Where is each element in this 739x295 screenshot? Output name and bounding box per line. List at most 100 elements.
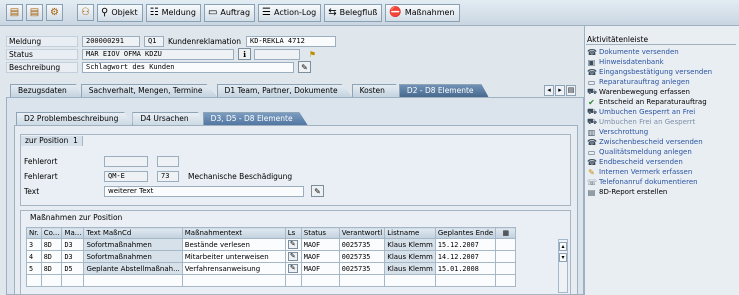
status-info-icon[interactable]: ℹ xyxy=(238,48,251,60)
cell-codegruppe[interactable]: 8D xyxy=(40,250,63,263)
cell-listname[interactable]: Klaus Klemm xyxy=(384,250,436,263)
activity-verschrottung[interactable]: ▥ Verschrottung xyxy=(587,127,739,137)
cell-massnahmentext[interactable]: Bestände verlesen xyxy=(181,238,286,251)
table-row[interactable]: 3 8D D3 Sofortmaßnahmen Bestände verlese… xyxy=(26,238,517,251)
col-status[interactable]: Status xyxy=(300,227,340,239)
col-geplantes-ende[interactable]: Geplantes Ende xyxy=(434,227,497,239)
table-scrollbar[interactable]: ▴ ▾ xyxy=(558,239,568,293)
meldung-button[interactable]: ☷ Meldung xyxy=(145,3,201,22)
reklamation-field[interactable]: KD-REKLA 4712 xyxy=(246,36,336,47)
partner-icon[interactable]: ⚇ xyxy=(77,4,94,21)
cell-empty[interactable] xyxy=(181,274,286,287)
belegfluss-button[interactable]: ⇆ Belegfluß xyxy=(324,3,383,22)
activity-umbuchen-gesperrt-frei[interactable]: ⛟ Umbuchen Gesperrt an Frei xyxy=(587,107,739,117)
document-icon[interactable]: ▤ xyxy=(6,4,23,21)
col-listname[interactable]: Listname xyxy=(384,227,436,239)
tab-bezugsdaten[interactable]: Bezugsdaten xyxy=(10,84,82,97)
cell-geplantes-ende[interactable]: 15.01.2008 xyxy=(434,262,497,275)
cell-nr[interactable]: 4 xyxy=(26,250,42,263)
meldung-number-field[interactable]: 200000291 xyxy=(82,36,140,47)
cell-geplantes-ende[interactable]: 14.12.2007 xyxy=(434,250,497,263)
fehlerort-code-field[interactable] xyxy=(157,156,179,167)
activity-internen-vermerk[interactable]: ✎ Internen Vermerk erfassen xyxy=(587,167,739,177)
activity-zwischenbescheid[interactable]: ☎ Zwischenbescheid versenden xyxy=(587,137,739,147)
tab-sachverhalt[interactable]: Sachverhalt, Mengen, Termine xyxy=(80,84,218,97)
edit-longtext-icon[interactable]: ✎ xyxy=(287,240,298,249)
cell-status[interactable]: MAOF xyxy=(300,262,340,275)
cell-massnahmentext[interactable]: Mitarbeiter unterweisen xyxy=(181,250,286,263)
massnahmen-button[interactable]: ⛔ Maßnahmen xyxy=(385,3,460,22)
activity-entscheid[interactable]: ✔ Entscheid an Reparaturauftrag xyxy=(587,97,739,107)
activity-reparaturauftrag[interactable]: ▭ Reparaturauftrag anlegen xyxy=(587,77,739,87)
auftrag-button[interactable]: ▭ Auftrag xyxy=(203,3,256,22)
fehlerart-code-field[interactable]: QM-E xyxy=(104,171,148,182)
objekt-button[interactable]: ⚲ Objekt xyxy=(97,3,143,22)
cell-empty[interactable] xyxy=(61,274,85,287)
cell-ls[interactable]: ✎ xyxy=(284,250,302,263)
activity-qualitaetsmeldung[interactable]: ▭ Qualitätsmeldung anlegen xyxy=(587,147,739,157)
position-text-field[interactable]: weiterer Text xyxy=(104,186,304,197)
cell-massnahmentext[interactable]: Verfahrensanweisung xyxy=(181,262,286,275)
col-nr[interactable]: Nr. xyxy=(26,227,42,239)
col-codegruppe[interactable]: Co... xyxy=(40,227,63,239)
cell-text-massncd[interactable]: Sofortmaßnahmen xyxy=(83,250,183,263)
col-massnahme[interactable]: Ma... xyxy=(61,227,85,239)
table-settings-icon[interactable]: ▦ xyxy=(495,227,517,239)
cell-verantwortl[interactable]: 0025735 xyxy=(338,238,386,251)
table-row[interactable]: 5 8D D5 Geplante Abstellmaßnah... Verfah… xyxy=(26,262,517,275)
status-field[interactable]: MAR EIOV OFMA KDZU xyxy=(82,49,234,60)
subtab-d4-ursachen[interactable]: D4 Ursachen xyxy=(132,112,204,125)
action-log-button[interactable]: ☰ Action-Log xyxy=(258,3,322,22)
cell-empty[interactable] xyxy=(300,274,340,287)
cell-ls[interactable]: ✎ xyxy=(284,238,302,251)
edit-longtext-icon[interactable]: ✎ xyxy=(298,61,311,73)
activity-telefonanruf[interactable]: ☏ Telefonanruf dokumentieren xyxy=(587,177,739,187)
cell-codegruppe[interactable]: 8D xyxy=(40,262,63,275)
cell-empty[interactable] xyxy=(83,274,183,287)
cell-geplantes-ende[interactable]: 15.12.2007 xyxy=(434,238,497,251)
fehlerort-field[interactable] xyxy=(104,156,148,167)
cell-empty[interactable] xyxy=(26,274,42,287)
meldungsart-field[interactable]: Q1 xyxy=(144,36,164,47)
cell-status[interactable]: MAOF xyxy=(300,238,340,251)
cell-status[interactable]: MAOF xyxy=(300,250,340,263)
cell-empty[interactable] xyxy=(40,274,63,287)
cell-empty[interactable] xyxy=(384,274,436,287)
activity-eingangsbestaetigung[interactable]: ☎ Eingangsbestätigung versenden xyxy=(587,67,739,77)
activity-dokumente-versenden[interactable]: ☎ Dokumente versenden xyxy=(587,47,739,57)
activity-umbuchen-frei-gesperrt[interactable]: ⛟ Umbuchen Frei an Gesperrt xyxy=(587,117,739,127)
cell-verantwortl[interactable]: 0025735 xyxy=(338,250,386,263)
cell-empty[interactable] xyxy=(434,274,497,287)
cell-verantwortl[interactable]: 0025735 xyxy=(338,262,386,275)
table-row-empty[interactable] xyxy=(26,274,517,287)
status-overview-icon[interactable]: ⚑ xyxy=(306,48,319,60)
cell-nr[interactable]: 3 xyxy=(26,238,42,251)
tab-kosten[interactable]: Kosten xyxy=(351,84,400,97)
cell-empty[interactable] xyxy=(284,274,302,287)
cell-listname[interactable]: Klaus Klemm xyxy=(384,238,436,251)
table-row[interactable]: 4 8D D3 Sofortmaßnahmen Mitarbeiter unte… xyxy=(26,250,517,263)
col-massnahmentext[interactable]: Maßnahmentext xyxy=(181,227,286,239)
cell-codegruppe[interactable]: 8D xyxy=(40,238,63,251)
col-text-massncd[interactable]: Text MaßnCd xyxy=(83,227,183,239)
tab-d2-d8-elemente[interactable]: D2 - D8 Elemente xyxy=(398,84,489,97)
cell-listname[interactable]: Klaus Klemm xyxy=(384,262,436,275)
col-verantwortl[interactable]: Verantwortl xyxy=(338,227,386,239)
scroll-down-icon[interactable]: ▾ xyxy=(559,253,567,262)
cell-massnahme[interactable]: D3 xyxy=(61,250,85,263)
activity-warenbewegung[interactable]: ⛟ Warenbewegung erfassen xyxy=(587,87,739,97)
tab-scroll-right-icon[interactable]: ▸ xyxy=(555,85,565,96)
cell-empty[interactable] xyxy=(338,274,386,287)
cell-text-massncd[interactable]: Geplante Abstellmaßnah... xyxy=(83,262,183,275)
object-icon[interactable]: ⚙ xyxy=(46,4,63,21)
tab-scroll-left-icon[interactable]: ◂ xyxy=(544,85,554,96)
subtab-d3-d5-d8[interactable]: D3, D5 - D8 Elemente xyxy=(202,112,308,125)
subtab-d2-problembeschreibung[interactable]: D2 Problembeschreibung xyxy=(16,112,134,125)
status-extra-field[interactable] xyxy=(254,49,300,60)
activity-endbescheid[interactable]: ☎ Endbescheid versenden xyxy=(587,157,739,167)
edit-longtext-icon[interactable]: ✎ xyxy=(287,252,298,261)
edit-position-text-icon[interactable]: ✎ xyxy=(311,185,324,197)
beschreibung-field[interactable]: Schlagwort des Kunden xyxy=(82,62,294,73)
scroll-up-icon[interactable]: ▴ xyxy=(559,242,567,251)
tab-list-icon[interactable]: ▤ xyxy=(566,85,576,96)
